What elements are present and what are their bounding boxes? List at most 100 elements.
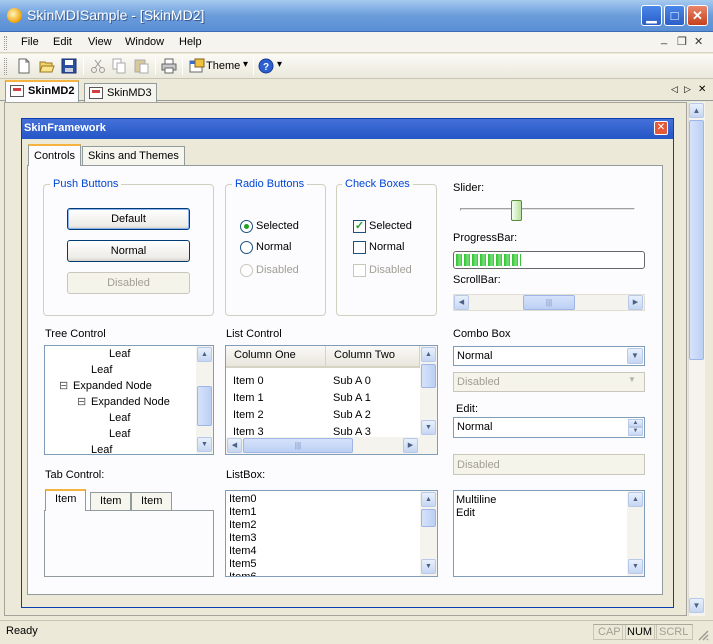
scroll-up-icon[interactable]: ▲ (689, 103, 704, 118)
theme-icon[interactable] (189, 58, 205, 74)
tree-expander-icon[interactable]: ⊟ (77, 395, 86, 408)
tab-skins-and-themes[interactable]: Skins and Themes (82, 146, 185, 165)
scroll-down-icon[interactable]: ▼ (421, 420, 436, 435)
listbox-item[interactable]: Item2 (229, 519, 257, 531)
help-icon[interactable]: ? (258, 58, 274, 74)
default-button[interactable]: Default (67, 208, 190, 230)
save-icon[interactable] (61, 58, 77, 74)
print-icon[interactable] (161, 58, 177, 74)
tree-item[interactable]: Leaf (109, 412, 130, 424)
scroll-down-icon[interactable]: ▼ (689, 598, 704, 613)
scroll-down-icon[interactable]: ▼ (628, 559, 643, 574)
list-cell-sub[interactable]: Sub A 1 (333, 392, 371, 404)
new-file-icon[interactable] (16, 58, 32, 74)
tree-item[interactable]: Leaf (109, 348, 130, 360)
tab-controls[interactable]: Controls (28, 144, 81, 166)
list-control[interactable]: Column One Column Two Item 0 Sub A 0 Item … (225, 345, 438, 455)
tree-item[interactable]: ⊟ Expanded Node (59, 380, 152, 392)
scroll-down-icon[interactable]: ▼ (421, 559, 436, 574)
toolbar-grip (4, 58, 7, 75)
scroll-left-icon[interactable]: ◀ (454, 295, 469, 310)
copy-icon[interactable] (111, 58, 127, 74)
combo-box[interactable]: Normal (453, 346, 645, 366)
close-button[interactable]: ✕ (687, 5, 708, 26)
spin-down-icon[interactable]: ▼ (628, 427, 643, 436)
edit-label: Edit: (456, 403, 479, 415)
tree-item[interactable]: ⊟ Expanded Node (77, 396, 170, 408)
scroll-left-icon[interactable]: ◀ (227, 438, 242, 453)
mdi-scroll-right-icon[interactable]: ▷ (684, 84, 691, 95)
normal-button[interactable]: Normal (67, 240, 190, 262)
menu-file[interactable]: File (21, 36, 39, 48)
column-header[interactable]: Column Two (326, 346, 420, 368)
mdi-scroll-left-icon[interactable]: ◁ (671, 84, 678, 95)
listbox-item[interactable]: Item4 (229, 545, 257, 557)
listbox-item[interactable]: Item6 (229, 571, 257, 576)
list-cell-item[interactable]: Item 0 (233, 375, 264, 387)
mdi-restore-button[interactable]: ❐ (677, 35, 687, 48)
menu-window[interactable]: Window (125, 36, 164, 48)
scroll-thumb[interactable] (689, 120, 704, 360)
cut-icon[interactable] (90, 58, 106, 74)
scroll-right-icon[interactable]: ▶ (628, 295, 643, 310)
mdi-tab-close-icon[interactable]: ✕ (698, 84, 706, 95)
listbox-item[interactable]: Item0 (229, 493, 257, 505)
radio-normal[interactable] (240, 241, 253, 254)
theme-label[interactable]: Theme (206, 60, 240, 72)
tab-control-item[interactable]: Item (131, 492, 173, 510)
slider-thumb[interactable] (511, 200, 522, 221)
spin-up-icon[interactable]: ▲ (628, 419, 643, 427)
scroll-up-icon[interactable]: ▲ (628, 492, 643, 507)
tab-control-item[interactable]: Item (45, 489, 87, 511)
listbox[interactable]: Item0 Item1 Item2 Item3 Item4 Item5 Item6 ▲ ▼ (225, 490, 438, 577)
open-folder-icon[interactable] (39, 58, 55, 74)
edit-spin-field[interactable]: Normal (453, 417, 645, 438)
multiline-edit[interactable]: Multiline Edit ▲ ▼ (453, 490, 645, 577)
menu-help[interactable]: Help (179, 36, 202, 48)
tree-item[interactable]: Leaf (91, 364, 112, 376)
scroll-down-icon[interactable]: ▼ (197, 437, 212, 452)
theme-dropdown-icon[interactable]: ▾ (243, 59, 248, 70)
tab-control-item[interactable]: Item (90, 492, 132, 510)
list-vscrollbar[interactable] (420, 346, 437, 454)
checkbox-normal[interactable] (353, 241, 366, 254)
list-cell-item[interactable]: Item 1 (233, 392, 264, 404)
list-cell-item[interactable]: Item 2 (233, 409, 264, 421)
help-dropdown-icon[interactable]: ▾ (277, 59, 282, 70)
scroll-up-icon[interactable]: ▲ (421, 492, 436, 507)
scroll-right-icon[interactable]: ▶ (403, 438, 418, 453)
minimize-button[interactable]: ▁ (641, 5, 662, 26)
listbox-item[interactable]: Item5 (229, 558, 257, 570)
scroll-thumb[interactable]: ||| (243, 438, 353, 453)
tree-item[interactable]: Leaf (109, 428, 130, 440)
maximize-button[interactable]: □ (664, 5, 685, 26)
combo-dropdown-icon[interactable]: ▼ (627, 348, 643, 364)
tree-expander-icon[interactable]: ⊟ (59, 379, 68, 392)
mdi-minimize-button[interactable]: _ (661, 33, 667, 45)
frame-close-button[interactable]: ✕ (654, 121, 668, 135)
paste-icon[interactable] (133, 58, 149, 74)
scroll-up-icon[interactable]: ▲ (197, 347, 212, 362)
slider-track[interactable] (460, 208, 635, 211)
list-cell-sub[interactable]: Sub A 0 (333, 375, 371, 387)
scroll-thumb[interactable] (197, 386, 212, 426)
tree-control[interactable]: Leaf Leaf ⊟ Expanded Node ⊟ Expanded Node Leaf… (44, 345, 214, 455)
radio-selected[interactable] (240, 220, 253, 233)
scroll-thumb[interactable]: ||| (523, 295, 575, 310)
mdi-tab-skinmd3[interactable]: SkinMD3 (84, 83, 157, 102)
scroll-thumb[interactable] (421, 364, 436, 388)
size-grip-icon[interactable] (697, 629, 709, 641)
list-cell-sub[interactable]: Sub A 2 (333, 409, 371, 421)
column-header[interactable]: Column One (226, 346, 326, 368)
checkbox-selected[interactable]: ✓ (353, 220, 366, 233)
scroll-thumb[interactable] (421, 509, 436, 527)
tree-item[interactable]: Leaf (91, 444, 112, 454)
scroll-up-icon[interactable]: ▲ (421, 347, 436, 362)
menu-view[interactable]: View (88, 36, 112, 48)
listbox-item[interactable]: Item3 (229, 532, 257, 544)
mdi-close-button[interactable]: ✕ (694, 35, 703, 48)
mdi-tab-skinmd2[interactable]: SkinMD2 (5, 80, 80, 102)
frame-title[interactable]: SkinFramework (22, 119, 673, 139)
menu-edit[interactable]: Edit (53, 36, 72, 48)
listbox-item[interactable]: Item1 (229, 506, 257, 518)
